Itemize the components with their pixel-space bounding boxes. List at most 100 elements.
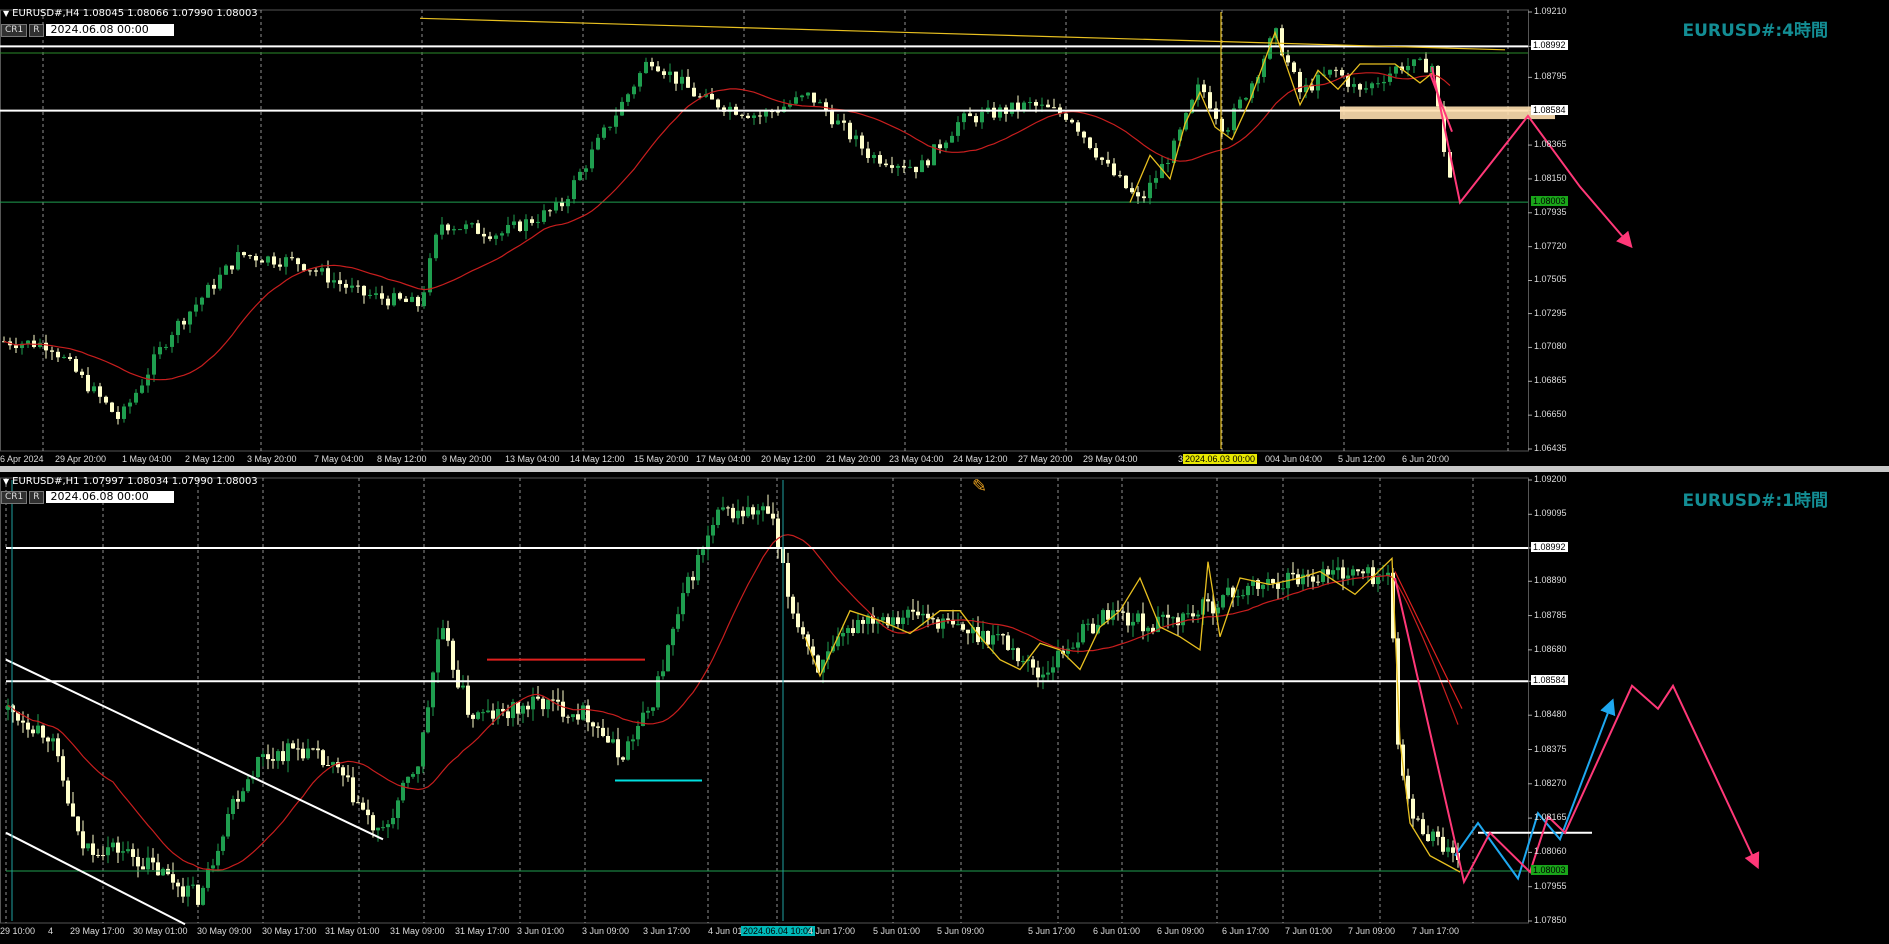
candle-bull	[1352, 84, 1356, 87]
h1-controls: CR1 R 2024.06.08 00:00	[1, 491, 174, 504]
candle-bear	[596, 726, 600, 728]
candle-bull	[806, 92, 810, 96]
candle-bull	[500, 233, 504, 236]
candle-bear	[766, 506, 770, 514]
candle-bull	[1028, 102, 1032, 104]
candle-bear	[308, 270, 312, 272]
candle-bull	[1412, 59, 1416, 66]
h1-r-button[interactable]: R	[29, 491, 44, 504]
candle-bull	[1046, 672, 1050, 675]
candle-bear	[1082, 131, 1086, 138]
candle-bull	[186, 885, 190, 897]
candle-bull	[668, 71, 672, 75]
collapse-triangle-icon[interactable]: ▼	[3, 477, 9, 486]
candle-bear	[796, 613, 800, 628]
h4-date-input[interactable]: 2024.06.08 00:00	[45, 24, 174, 36]
candle-bear	[1436, 831, 1440, 837]
candle-bear	[301, 748, 305, 759]
candle-bull	[764, 111, 768, 117]
time-axis-text: 5 Jun 09:00	[937, 926, 985, 936]
candle-bear	[351, 777, 355, 803]
candle-bear	[758, 115, 762, 117]
candle-bull	[1040, 104, 1044, 106]
candle-bear	[560, 202, 564, 207]
candle-bear	[1334, 69, 1338, 71]
candle-bear	[1036, 667, 1040, 678]
candle-bull	[800, 95, 804, 98]
candle-bull	[531, 696, 535, 710]
h4-r-button[interactable]: R	[29, 24, 44, 37]
candle-bear	[1046, 104, 1050, 108]
candle-bear	[801, 627, 805, 635]
time-axis-text: 7 May 04:00	[314, 454, 364, 464]
candle-bear	[1271, 579, 1275, 584]
candle-bear	[530, 219, 534, 223]
candle-bear	[291, 743, 295, 749]
candle-bear	[151, 857, 155, 863]
candle-bear	[176, 882, 180, 887]
candle-bull	[191, 884, 195, 886]
candle-bull	[681, 593, 685, 615]
candle-bull	[286, 743, 290, 762]
time-axis-text: 27 May 20:00	[1018, 454, 1073, 464]
candle-bull	[638, 73, 642, 87]
candle-bull	[374, 293, 378, 295]
red-trend-line	[1394, 571, 1463, 709]
candle-bull	[1316, 74, 1320, 91]
price-axis-label: 1.09095	[1534, 508, 1567, 519]
candle-bull	[1376, 83, 1380, 85]
h4-cr1-button[interactable]: CR1	[1, 24, 28, 37]
time-axis-label: 31 May 17:00	[455, 926, 510, 936]
collapse-triangle-icon[interactable]: ▼	[3, 9, 9, 18]
candle-bull	[92, 386, 96, 392]
candle-bear	[751, 507, 755, 515]
time-axis-label: 29 Apr 20:00	[55, 454, 106, 464]
candle-bull	[921, 613, 925, 616]
time-axis-text: 24 May 12:00	[953, 454, 1008, 464]
candle-bull	[956, 624, 960, 626]
candle-bear	[1034, 102, 1038, 106]
candle-bear	[1208, 92, 1212, 109]
h1-cr1-button[interactable]: CR1	[1, 491, 28, 504]
h4-chart-canvas[interactable]	[0, 0, 1889, 466]
time-axis-label: 4 Jun 04:00	[1275, 454, 1322, 464]
h1-date-input[interactable]: 2024.06.08 00:00	[45, 491, 174, 503]
candle-bear	[938, 144, 942, 149]
candle-bear	[966, 629, 970, 634]
time-axis-label: 5 Jun 09:00	[937, 926, 984, 936]
candle-bull	[680, 76, 684, 84]
candle-bear	[866, 148, 870, 158]
candle-bear	[1124, 175, 1128, 189]
candle-bear	[1118, 175, 1122, 177]
candle-bull	[1246, 585, 1250, 596]
candle-bull	[1221, 595, 1225, 608]
candle-bull	[736, 510, 740, 519]
time-axis-text: 29 May 17:00	[70, 926, 125, 936]
candle-bull	[896, 165, 900, 168]
price-axis-label: 1.07720	[1534, 240, 1567, 251]
crosshair-pencil-icon[interactable]: ✎	[972, 476, 987, 497]
h1-chart-pane[interactable]: ▼ EURUSD#,H1 1.07997 1.08034 1.07990 1.08…	[0, 472, 1889, 944]
candle-bull	[376, 827, 380, 831]
candle-bear	[591, 722, 595, 727]
price-axis-label: 1.07295	[1534, 307, 1567, 318]
candle-bull	[1021, 661, 1025, 663]
candle-bear	[911, 609, 915, 612]
candle-bull	[920, 160, 924, 173]
candle-bull	[666, 645, 670, 672]
candle-bull	[841, 633, 845, 637]
candle-bull	[176, 320, 180, 336]
candle-bear	[341, 767, 345, 776]
time-axis-label: 2024.06.03 00:00	[1183, 454, 1258, 464]
time-axis-text: 17 May 04:00	[696, 454, 751, 464]
candle-bear	[171, 874, 175, 883]
candle-bull	[1161, 614, 1165, 617]
candle-bull	[1388, 73, 1392, 82]
h1-chart-canvas[interactable]	[0, 472, 1889, 944]
h4-chart-pane[interactable]: ▼ EURUSD#,H4 1.08045 1.08066 1.07990 1.08…	[0, 0, 1889, 466]
price-tag: 1.08003	[1531, 865, 1568, 876]
candle-bull	[1331, 570, 1335, 575]
candle-bull	[441, 628, 445, 640]
h4-symbol-quote: EURUSD#,H4 1.08045 1.08066 1.07990 1.080…	[12, 8, 258, 19]
candle-bull	[1281, 588, 1285, 590]
